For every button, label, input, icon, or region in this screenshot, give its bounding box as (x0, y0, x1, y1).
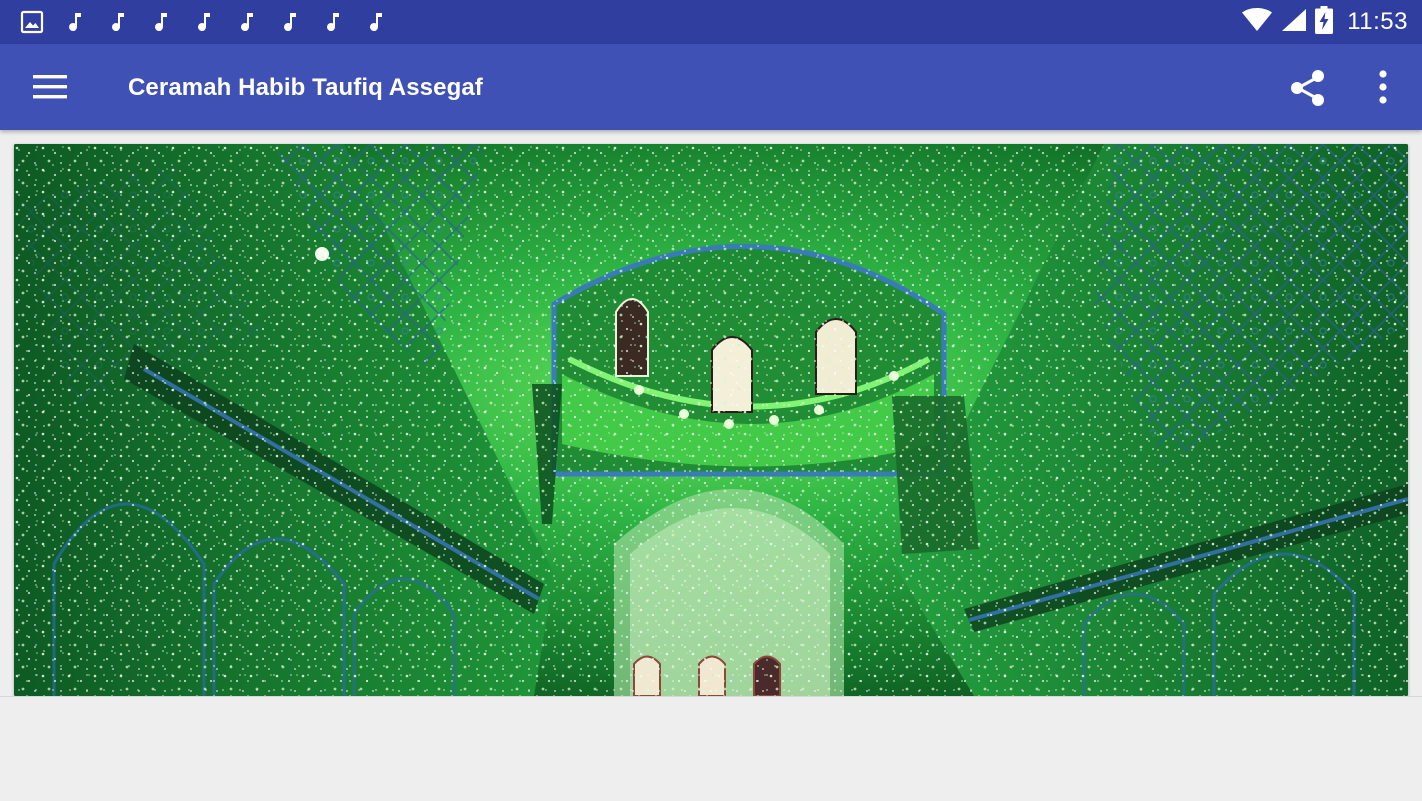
battery-charging-icon (1315, 5, 1334, 39)
notification-icons (20, 0, 407, 44)
system-icons: 11:53 (1233, 0, 1408, 44)
music-note-icon (235, 10, 259, 34)
music-note-icon (364, 10, 388, 34)
signal-icon (1281, 8, 1307, 37)
music-note-icon (192, 10, 216, 34)
app-toolbar: Ceramah Habib Taufiq Assegaf (0, 44, 1422, 130)
app-title: Ceramah Habib Taufiq Assegaf (128, 74, 483, 101)
music-note-icon (278, 10, 302, 34)
share-button[interactable] (1286, 65, 1330, 109)
wifi-icon (1241, 7, 1273, 37)
banner-image (14, 144, 1408, 696)
mosque-interior-image (14, 144, 1408, 696)
clock: 11:53 (1347, 8, 1408, 35)
music-note-icon (63, 10, 87, 34)
navigation-menu-button[interactable] (26, 69, 74, 105)
music-note-icon (149, 10, 173, 34)
music-note-icon (106, 10, 130, 34)
more-vert-icon (1379, 70, 1387, 104)
content-background (0, 696, 1422, 801)
music-note-icon (321, 10, 345, 34)
status-bar: 11:53 (0, 0, 1422, 44)
overflow-menu-button[interactable] (1366, 65, 1400, 109)
share-icon (1291, 70, 1324, 106)
image-icon (20, 10, 44, 34)
hamburger-menu-icon (33, 75, 67, 99)
